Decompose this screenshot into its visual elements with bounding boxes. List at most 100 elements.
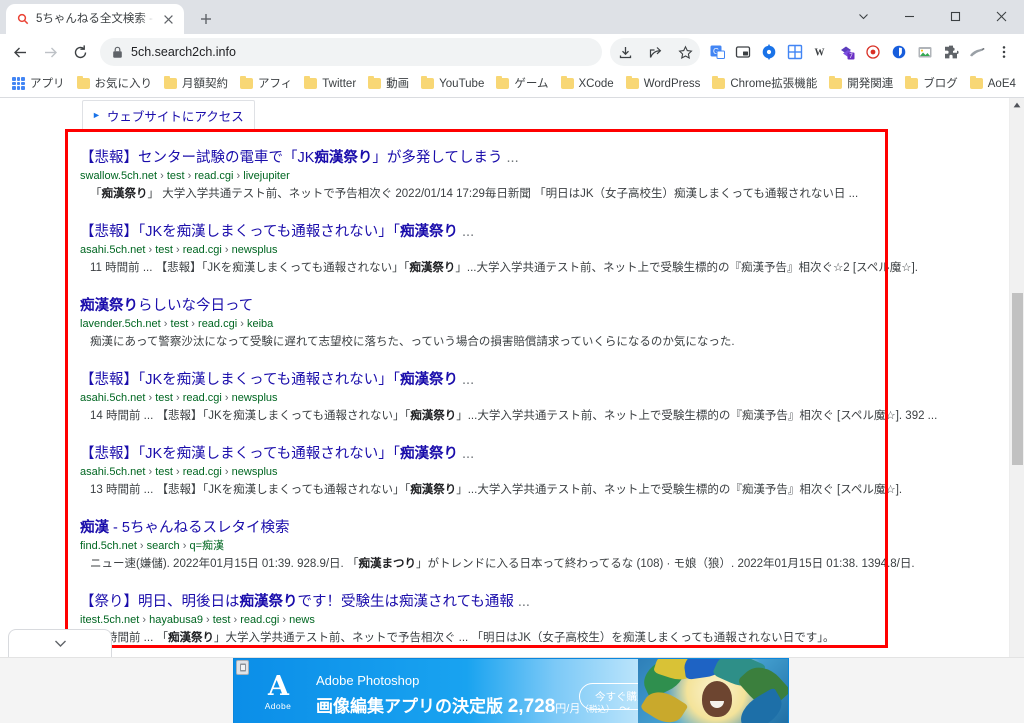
screenshot-extension-icon[interactable]: [912, 39, 938, 65]
bookmark-folder-3[interactable]: Twitter: [298, 74, 362, 94]
page-scrollbar[interactable]: [1009, 98, 1024, 723]
bookmark-label: アフィ: [258, 77, 293, 90]
bookmark-apps[interactable]: アプリ: [6, 74, 71, 94]
svg-text:7: 7: [849, 53, 853, 60]
adobe-logo: A Adobe: [254, 673, 302, 711]
bookmark-star-icon[interactable]: [670, 38, 700, 66]
bookmark-folder-2[interactable]: アフィ: [234, 74, 298, 94]
scrollbar-thumb[interactable]: [1012, 293, 1023, 465]
result-url[interactable]: asahi.5ch.net › test › read.cgi › newspl…: [80, 243, 1009, 258]
profile-avatar-icon[interactable]: [964, 39, 990, 65]
apps-grid-icon: [12, 77, 25, 90]
result-url[interactable]: swallow.5ch.net › test › read.cgi › live…: [80, 169, 1009, 184]
bookmark-folder-6[interactable]: ゲーム: [490, 74, 554, 94]
result-url[interactable]: lavender.5ch.net › test › read.cgi › kei…: [80, 317, 1009, 332]
bookmark-label: Twitter: [322, 77, 357, 90]
search-result-item[interactable]: 【悲報】「JKを痴漢しまくっても通報されない」「痴漢祭り ... asahi.5…: [80, 444, 1009, 499]
translate-extension-icon[interactable]: G: [704, 39, 730, 65]
close-window-button[interactable]: [978, 0, 1024, 32]
browser-menu-icon[interactable]: [990, 38, 1018, 66]
result-snippet: 11 時間前 ... 【悲報】「JKを痴漢しまくっても通報されない」「痴漢祭り」…: [90, 262, 918, 274]
search-result-item[interactable]: 痴漢祭りらしいな今日って lavender.5ch.net › test › r…: [80, 296, 1009, 351]
close-icon[interactable]: [160, 11, 176, 27]
visit-website-label: ウェブサイトにアクセス: [106, 110, 244, 124]
page-viewport: ► ウェブサイトにアクセス 【悲報】センター試験の電車で「JK痴漢祭り」が多発し…: [0, 98, 1024, 723]
record-extension-icon[interactable]: [860, 39, 886, 65]
bookmark-label: ブログ: [923, 77, 958, 90]
scroll-up-arrow-icon[interactable]: [1010, 98, 1024, 112]
result-snippet: 13 時間前 ... 【悲報】「JKを痴漢しまくっても通報されない」「痴漢祭り」…: [90, 484, 903, 496]
tab-strip: 5ちゃんねる全文検索 - 5ch掲示板…: [0, 0, 1024, 34]
bookmark-folder-9[interactable]: Chrome拡張機能: [706, 74, 823, 94]
tab-search-icon[interactable]: [840, 0, 886, 32]
downloads-icon[interactable]: [610, 38, 640, 66]
layers-extension-icon[interactable]: 7: [834, 39, 860, 65]
bookmark-label: 動画: [386, 77, 410, 90]
bookmark-label: Chrome拡張機能: [730, 77, 818, 90]
result-title[interactable]: 痴漢祭りらしいな今日って: [80, 296, 1009, 316]
minimize-button[interactable]: [886, 0, 932, 32]
bookmark-folder-11[interactable]: ブログ: [899, 74, 964, 94]
advertisement[interactable]: ⓘ ✕ A Adobe Adobe Photoshop 画像編集アプリの決定版 …: [233, 658, 789, 723]
gear-extension-icon[interactable]: [756, 39, 782, 65]
bookmark-folder-4[interactable]: 動画: [362, 74, 415, 94]
browser-tab-active[interactable]: 5ちゃんねる全文検索 - 5ch掲示板…: [6, 4, 184, 34]
bookmark-label: アプリ: [30, 77, 65, 90]
folder-icon: [421, 76, 435, 89]
toolbar-actions: G W 7: [610, 38, 1018, 66]
bookmark-label: 開発関連: [847, 77, 894, 90]
maximize-button[interactable]: [932, 0, 978, 32]
result-url[interactable]: find.5ch.net › search › q=痴漢: [80, 539, 1009, 554]
search-result-item[interactable]: 【悲報】センター試験の電車で「JK痴漢祭り」が多発してしまう ... swall…: [80, 148, 1009, 203]
result-title[interactable]: 【悲報】「JKを痴漢しまくっても通報されない」「痴漢祭り ...: [80, 370, 1009, 390]
result-url[interactable]: asahi.5ch.net › test › read.cgi › newspl…: [80, 465, 1009, 480]
puzzle-extensions-icon[interactable]: [938, 39, 964, 65]
search-result-item[interactable]: 【祭り】明日、明後日は痴漢祭りです！受験生は痴漢されても通報 ... itest…: [80, 592, 1009, 647]
bookmark-folder-5[interactable]: YouTube: [415, 74, 490, 94]
result-title[interactable]: 【悲報】センター試験の電車で「JK痴漢祭り」が多発してしまう ...: [80, 148, 1009, 168]
folder-icon: [625, 76, 639, 89]
ad-price: 2,728: [507, 696, 556, 717]
search-results-page: ► ウェブサイトにアクセス 【悲報】センター試験の電車で「JK痴漢祭り」が多発し…: [0, 98, 1009, 723]
collapse-panel-button[interactable]: [8, 629, 112, 657]
result-url[interactable]: asahi.5ch.net › test › read.cgi › newspl…: [80, 391, 1009, 406]
tab-title: 5ちゃんねる全文検索 - 5ch掲示板…: [36, 13, 154, 25]
bookmark-folder-12[interactable]: AoE4: [964, 74, 1022, 94]
result-snippet: 14 時間前 ... 【悲報】「JKを痴漢しまくっても通報されない」「痴漢祭り」…: [90, 410, 938, 422]
bookmark-label: WordPress: [643, 77, 701, 90]
result-title[interactable]: 【祭り】明日、明後日は痴漢祭りです！受験生は痴漢されても通報 ...: [80, 592, 1009, 612]
bookmark-folder-7[interactable]: XCode: [555, 74, 620, 94]
ad-artwork: [638, 659, 788, 723]
result-title[interactable]: 【悲報】「JKを痴漢しまくっても通報されない」「痴漢祭り ...: [80, 444, 1009, 464]
result-title[interactable]: 痴漢 - 5ちゃんねるスレタイ検索: [80, 518, 1009, 538]
wordpress-extension-icon[interactable]: W: [808, 39, 834, 65]
folder-icon: [240, 76, 253, 89]
play-triangle-icon: ►: [92, 110, 101, 120]
bitwarden-extension-icon[interactable]: [886, 39, 912, 65]
folder-icon: [368, 76, 382, 89]
bookmark-label: ゲーム: [514, 77, 549, 90]
browser-toolbar: 5ch.search2ch.info G W 7: [0, 34, 1024, 70]
ad-info-badge-icon[interactable]: [236, 660, 249, 675]
result-url[interactable]: itest.5ch.net › hayabusa9 › test › read.…: [80, 613, 1009, 628]
bookmark-folder-1[interactable]: 月額契約: [158, 74, 234, 94]
share-icon[interactable]: [640, 38, 670, 66]
search-result-item[interactable]: 【悲報】「JKを痴漢しまくっても通報されない」「痴漢祭り ... asahi.5…: [80, 222, 1009, 277]
forward-icon[interactable]: [36, 38, 64, 66]
back-icon[interactable]: [6, 38, 34, 66]
result-snippet: 痴漢にあって警察沙汰になって受験に遅れて志望校に落ちた、っていう場合の損害賠償請…: [90, 336, 735, 348]
result-title[interactable]: 【悲報】「JKを痴漢しまくっても通報されない」「痴漢祭り ...: [80, 222, 1009, 242]
new-tab-button[interactable]: [192, 5, 220, 33]
search-result-item[interactable]: 痴漢 - 5ちゃんねるスレタイ検索 find.5ch.net › search …: [80, 518, 1009, 573]
reload-icon[interactable]: [66, 38, 94, 66]
bookmark-folder-8[interactable]: WordPress: [620, 74, 707, 94]
svg-text:W: W: [815, 48, 825, 59]
ad-price-unit: 円/月: [555, 703, 581, 715]
picture-in-picture-icon[interactable]: [730, 39, 756, 65]
visit-website-button[interactable]: ► ウェブサイトにアクセス: [82, 100, 255, 131]
search-result-item[interactable]: 【悲報】「JKを痴漢しまくっても通報されない」「痴漢祭り ... asahi.5…: [80, 370, 1009, 425]
grid-extension-icon[interactable]: [782, 39, 808, 65]
bookmark-folder-10[interactable]: 開発関連: [823, 74, 899, 94]
bookmark-folder-0[interactable]: お気に入り: [71, 74, 159, 94]
address-bar[interactable]: 5ch.search2ch.info: [100, 38, 602, 66]
